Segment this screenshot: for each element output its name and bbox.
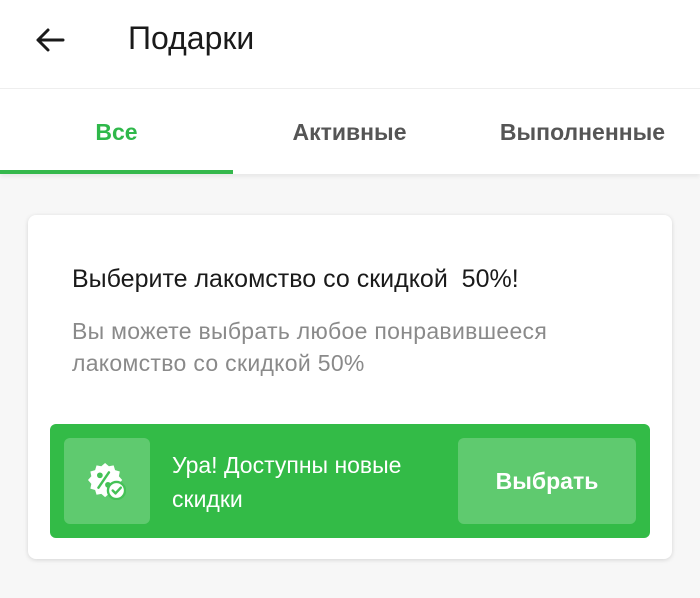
back-button[interactable] [22,12,78,68]
arrow-left-icon [36,28,65,52]
promo-banner: Ура! Доступны новые скидки Выбрать [50,424,650,538]
offer-title: Выберите лакомство со скидкой 50%! [72,265,519,293]
page-title: Подарки [128,20,255,56]
promo-text: Ура! Доступны новые скидки [172,452,402,512]
promo-icon-box [64,438,150,524]
select-button[interactable]: Выбрать [458,438,636,524]
tab-active[interactable]: Активные [233,89,466,175]
tab-bar: Все Активные Выполненные [0,88,700,174]
discount-badge-icon [88,462,126,500]
offer-description: Вы можете выбрать любое понравившееся ла… [72,318,548,376]
tab-all[interactable]: Все [0,89,233,175]
offer-card: Выберите лакомство со скидкой 50%! Вы мо… [28,215,672,559]
tab-indicator [0,170,233,174]
app-bar: Подарки [0,0,700,88]
tab-completed[interactable]: Выполненные [466,89,699,175]
